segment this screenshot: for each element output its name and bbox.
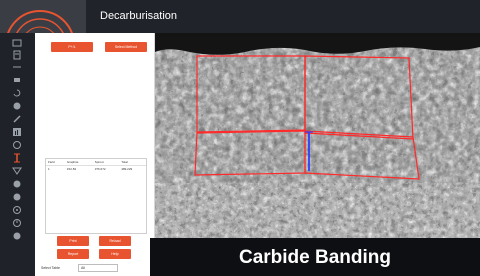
select-table-label: Select Table [41,266,61,270]
filter-icon[interactable] [11,165,23,177]
caption-banner: Carbide Banding [150,238,480,276]
chart-icon[interactable] [11,126,23,138]
info-icon[interactable] [11,230,23,242]
circle-icon[interactable] [11,100,23,112]
clock-icon[interactable] [11,217,23,229]
pen-icon[interactable] [11,113,23,125]
app-header: Decarburisation [0,0,480,33]
table-cell: 152.83 [66,167,77,171]
document-icon[interactable] [11,49,23,61]
select-table-dropdown[interactable]: All [78,264,118,272]
select-method-button[interactable]: Select Method [105,42,147,52]
ruler-icon[interactable] [11,61,23,73]
image-caption: Carbide Banding [238,247,391,268]
sidebar-rail [0,33,35,276]
measure-icon[interactable] [11,152,23,164]
circle-icon[interactable] [11,178,23,190]
print-button[interactable]: Print [57,236,89,246]
gear-icon[interactable] [11,139,23,151]
table-cell: 376.672 [94,167,106,171]
layers-icon[interactable] [11,74,23,86]
circle-icon[interactable] [11,191,23,203]
results-table: Field Graphite Sprout Total 1 152.83 376… [45,158,147,234]
logo [0,0,86,33]
page-title: Decarburisation [100,10,178,22]
control-panel [35,33,155,276]
reload-button[interactable]: Reload [99,236,131,246]
plus-l-button[interactable]: P+/L [51,42,93,52]
target-icon[interactable] [11,204,23,216]
table-cell: 1 [48,167,50,171]
table-cell: 489.229 [121,167,133,171]
table-row[interactable]: 1 152.83 376.672 489.229 [46,166,146,173]
help-button[interactable]: Help [99,249,131,259]
undo-icon[interactable] [11,87,23,99]
image-icon[interactable] [11,37,23,49]
report-button[interactable]: Report [57,249,89,259]
